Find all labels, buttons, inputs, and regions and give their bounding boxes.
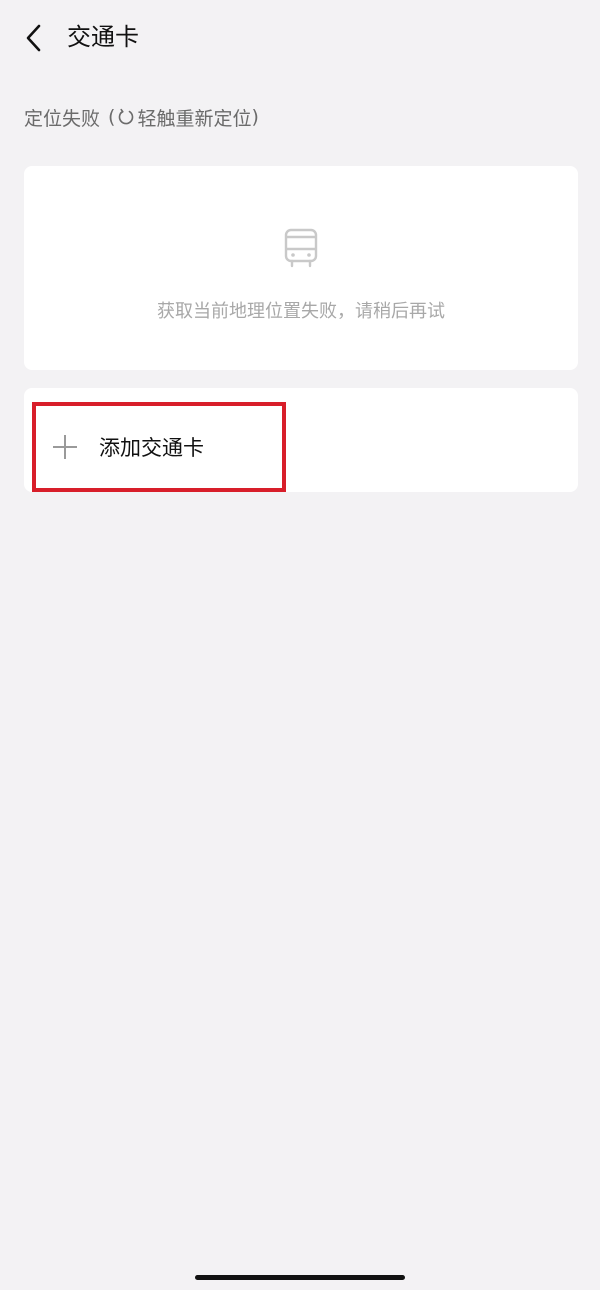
home-indicator[interactable]: [195, 1275, 405, 1280]
header-bar: 交通卡: [0, 0, 600, 76]
retry-location-text: 轻触重新定位: [137, 107, 252, 130]
page-title: 交通卡: [67, 23, 139, 51]
location-error-message: 获取当前地理位置失败，请稍后再试: [157, 301, 445, 322]
location-status-text: 定位失败: [24, 107, 101, 130]
paren-open: (: [108, 106, 116, 128]
paren-close: ): [251, 106, 259, 128]
add-transit-card-label: 添加交通卡: [99, 436, 204, 460]
bus-icon: [284, 228, 318, 268]
add-card-panel: 添加交通卡: [24, 388, 578, 492]
plus-icon: [53, 435, 77, 459]
location-status-row: 定位失败 ( 轻触重新定位 ): [24, 100, 259, 134]
chevron-left-icon: [26, 24, 41, 52]
location-error-card: 获取当前地理位置失败，请稍后再试: [24, 166, 578, 370]
refresh-icon: [119, 108, 134, 125]
add-transit-card-button[interactable]: 添加交通卡: [32, 402, 286, 492]
retry-location-link[interactable]: 轻触重新定位: [115, 104, 251, 131]
back-button[interactable]: [14, 18, 54, 58]
